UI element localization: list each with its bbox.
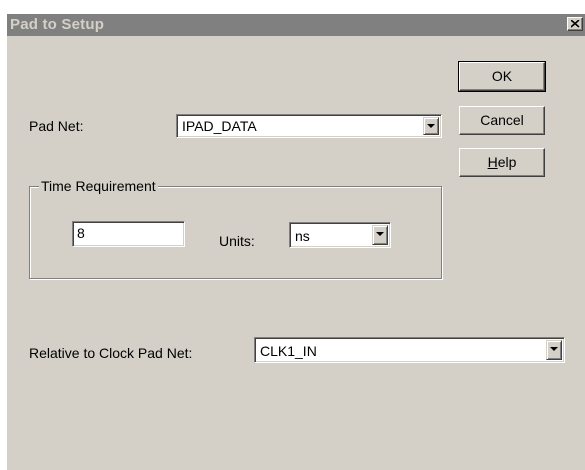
cancel-button[interactable]: Cancel [459, 106, 545, 135]
pad-net-value: IPAD_DATA [182, 118, 257, 134]
relative-clock-value: CLK1_IN [260, 343, 317, 359]
chevron-down-icon [376, 232, 384, 236]
time-requirement-value: 8 [77, 225, 85, 241]
help-button-label: elp [497, 154, 517, 170]
cancel-button-label: Cancel [480, 112, 524, 128]
relative-clock-label: Relative to Clock Pad Net: [29, 345, 193, 361]
chevron-down-icon [550, 347, 558, 351]
time-requirement-legend: Time Requirement [39, 178, 158, 194]
pad-net-dropdown-button[interactable] [423, 117, 439, 135]
pad-to-setup-dialog: Pad to Setup Pad Net: IPAD_DATA Time Req… [6, 13, 585, 470]
relative-clock-dropdown[interactable]: CLK1_IN [254, 337, 565, 363]
pad-net-dropdown[interactable]: IPAD_DATA [176, 114, 442, 138]
ok-button[interactable]: OK [458, 61, 546, 92]
title-bar[interactable]: Pad to Setup [7, 14, 585, 36]
relative-clock-dropdown-button[interactable] [546, 340, 562, 360]
time-requirement-input[interactable]: 8 [72, 221, 185, 247]
units-value: ns [295, 228, 310, 244]
help-button[interactable]: Help [459, 148, 545, 177]
ok-button-label: OK [491, 68, 513, 84]
units-dropdown-button[interactable] [372, 225, 388, 245]
close-button[interactable] [567, 17, 583, 31]
chevron-down-icon [427, 124, 435, 128]
units-label: Units: [219, 233, 255, 249]
window-title: Pad to Setup [10, 16, 105, 33]
pad-net-label: Pad Net: [29, 118, 84, 134]
help-button-mnemonic: H [487, 154, 498, 170]
close-icon [571, 20, 580, 28]
units-dropdown[interactable]: ns [289, 222, 391, 248]
